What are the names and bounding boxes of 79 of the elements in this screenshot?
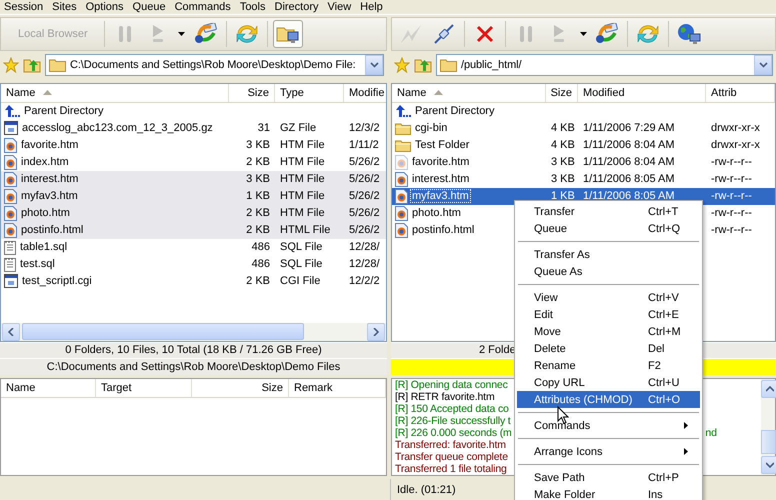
file-type: SQL File [279,241,324,254]
current-path: C:\Documents and Settings\Rob Moore\Desktop\Demo Files [46,361,340,374]
file-name: photo.htm [411,207,462,220]
file-size: 3 KB [550,156,576,168]
log-line: [R] 150 Accepted data co [395,403,509,415]
file-modified: 5/26/2 [348,190,381,202]
file-name: test.sql [19,258,56,270]
file-type: SQL File [279,258,324,270]
file-type: HTM File [279,190,326,202]
file-type: HTML File [279,224,332,236]
file-name: Parent Directory [23,105,104,118]
file-size: 2 KB [245,224,271,236]
status-text: Idle. (01:21) [397,484,456,496]
file-type: GZ File [279,122,318,134]
file-modified: 12/3/2 [348,122,381,134]
file-type: HTM File [279,139,326,152]
file-modified: 12/28/ [348,241,381,254]
log-line: Transferred: favorite.htm [395,439,506,451]
file-name: photo.htm [20,207,71,220]
file-modified: 12/28/ [348,258,381,270]
file-modified: 5/26/2 [348,224,381,236]
file-type: HTM File [279,207,326,220]
file-size: 3 KB [245,139,271,152]
file-name: myfav3.htm [20,190,79,202]
file-size: 486 [250,241,271,254]
file-name: cgi-bin [414,122,448,134]
file-name: favorite.htm [20,139,80,152]
log-line: Transferred 1 file totaling [395,463,507,475]
file-name: test_scriptl.cgi [21,275,93,288]
file-modified: 1/11/2006 7:29 AM [582,122,676,134]
file-size: 3 KB [245,173,271,186]
file-size: 2 KB [245,156,271,168]
file-attributes: -rw-r--r-- [710,207,753,220]
file-size: 31 [256,122,271,134]
file-attributes: -rw-r--r-- [710,173,753,186]
file-attributes: -rw-r--r-- [710,190,753,202]
file-modified: 1/11/2006 8:05 AM [582,190,676,202]
file-name: Parent Directory [414,105,496,118]
file-size: 3 KB [550,173,576,186]
file-name: index.htm [20,156,70,168]
file-modified: 5/26/2 [348,156,381,168]
file-attributes: drwxr-xr-x [710,139,761,152]
file-attributes: -rw-r--r-- [710,156,753,168]
file-size: 4 KB [550,122,576,134]
file-name: myfav3.htm [411,190,470,202]
file-size: 2 KB [245,207,271,220]
file-modified: 5/26/2 [348,207,381,220]
file-name: table1.sql [19,241,68,254]
file-modified: 1/11/2 [348,139,380,152]
file-name: favorite.htm [411,156,470,168]
folder-summary: 0 Folders, 10 Files, 10 Total (18 KB / 71.26 GB Free) [65,344,322,356]
file-modified: 1/11/2006 8:04 AM [582,139,676,152]
file-size: 1 KB [245,190,271,202]
file-type: HTM File [279,173,326,186]
file-modified: 1/11/2006 8:05 AM [582,173,676,186]
file-size: 1 KB [550,190,576,202]
log-line: [R] Opening data connec [395,379,508,391]
file-size: 486 [250,258,271,270]
log-line: [R] 226-File successfully t [395,415,511,427]
file-type: CGI File [279,275,322,288]
folder-summary: 2 Folde [479,344,516,356]
log-line: [R] RETR favorite.htm [395,391,495,403]
file-attributes: -rw-r--r-- [710,224,753,236]
file-modified: 1/11/2006 8:04 AM [582,156,676,168]
log-line: nd [705,427,717,439]
file-name: interest.htm [20,173,80,186]
log-line: Transfer queue complete [395,451,508,463]
log-line: [R] 226 0.000 seconds (m [395,427,512,439]
file-name: postinfo.html [20,224,84,236]
file-type: HTM File [279,156,326,168]
file-attributes: drwxr-xr-x [710,122,761,134]
file-name: Test Folder [414,139,470,152]
file-name: postinfo.html [411,224,476,236]
file-name: interest.htm [411,173,470,186]
file-modified: 5/26/2 [348,173,381,186]
file-size: 4 KB [550,139,576,152]
file-size: 2 KB [245,275,271,288]
file-modified: 12/2/2 [348,275,381,288]
file-name: accesslog_abc123.com_12_3_2005.gz [21,122,214,134]
